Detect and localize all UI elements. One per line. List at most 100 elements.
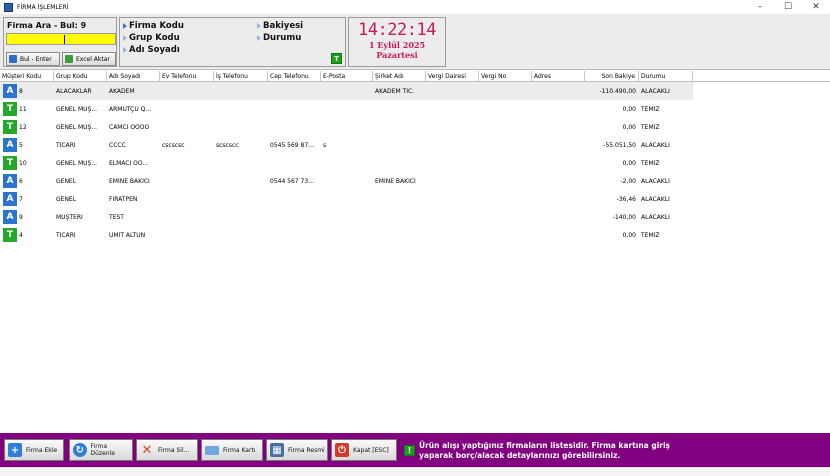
delete-firm-button[interactable]: ✕ Firma Sil... — [136, 439, 198, 461]
table-row[interactable]: A 9 MÜŞTERİ TEST -140,00 ALACAKLI — [0, 208, 693, 226]
button-label: Firma Düzenle — [90, 443, 115, 457]
field-option-adi-soyadi[interactable]: Adı Soyadı — [123, 45, 180, 55]
table-cell-kod: A9 — [0, 210, 54, 224]
close-window-button[interactable]: ⏻ Kapat [ESC] — [331, 439, 397, 461]
table-cell-ev: cscscsc — [160, 142, 214, 149]
table-cell-durum: ALACAKLI — [639, 196, 693, 203]
cell-text: TİCARİ — [56, 141, 76, 149]
cell-text: GENEL — [56, 195, 77, 203]
table-cell-durum: TEMİZ — [639, 106, 693, 113]
app-icon — [4, 2, 13, 12]
firm-image-button[interactable]: ▦ Firma Resmi — [266, 439, 328, 461]
column-header[interactable]: Son Bakiye — [585, 71, 639, 81]
table-cell-kod: A6 — [0, 174, 54, 188]
button-label: Firma Ekle — [26, 446, 58, 454]
cell-text: 5 — [19, 141, 23, 149]
field-option-durumu[interactable]: Durumu — [257, 33, 301, 43]
excel-export-button[interactable]: Excel Aktar — [62, 52, 116, 66]
cell-text: -55.051,50 — [603, 141, 636, 149]
add-firm-button[interactable]: + Firma Ekle — [4, 439, 64, 461]
table-cell-ad: AKADEM — [107, 88, 160, 95]
search-input[interactable] — [6, 33, 116, 45]
field-option-grup-kodu[interactable]: Grup Kodu — [123, 33, 180, 43]
find-button[interactable]: Bul - Enter — [6, 52, 60, 66]
field-option-bakiyesi[interactable]: Bakiyesi — [257, 21, 303, 31]
clock-panel: 14:22:14 1 Eylül 2025 Pazartesi — [348, 17, 446, 67]
delete-icon: ✕ — [141, 442, 153, 458]
close-button[interactable]: ✕ — [802, 0, 830, 14]
table-cell-bakiye: -36,46 — [585, 196, 639, 203]
table-row[interactable]: A 6 GENEL EMİNE BAKICI 0544 567 73... EMİNE B… — [0, 172, 693, 190]
column-header[interactable]: Adı Soyadı — [107, 71, 160, 81]
minimize-button[interactable]: – — [746, 0, 774, 14]
table-cell-kod: A5 — [0, 138, 54, 152]
field-label: Adı Soyadı — [129, 45, 180, 55]
table-cell-durum: TEMİZ — [639, 160, 693, 167]
cell-text: ARMUTÇU Q... — [109, 105, 152, 113]
table-row[interactable]: T 12 GENEL MÜŞ... CAMCI ÖÖÖÖ 0,00 TEMİZ — [0, 118, 693, 136]
maximize-button[interactable]: ☐ — [774, 0, 802, 14]
field-option-firma-kodu[interactable]: Firma Kodu — [123, 21, 184, 31]
edit-firm-button[interactable]: ↻ Firma Düzenle — [69, 439, 133, 461]
column-header[interactable]: Şirket Adı — [373, 71, 426, 81]
cell-text: cscscsc — [162, 141, 185, 149]
table-row[interactable]: T 11 GENEL MÜŞ... ARMUTÇU Q... 0,00 TEMİZ — [0, 100, 693, 118]
table-cell-kod: T 10 — [0, 156, 54, 170]
cell-text: AKADEM TİC. — [375, 87, 415, 95]
table-cell-bakiye: -140,00 — [585, 214, 639, 221]
table-cell-bakiye: 0,00 — [585, 106, 639, 113]
firm-card-button[interactable]: Firma Kartı — [201, 439, 263, 461]
table-cell-durum: ALACAKLI — [639, 178, 693, 185]
status-badge: T — [331, 53, 342, 64]
table-cell-kod: A8 — [0, 84, 54, 98]
text-caret — [64, 35, 65, 44]
column-header[interactable]: Vergi No — [479, 71, 532, 81]
table-cell-grup: TİCARİ — [54, 232, 107, 239]
cell-text: s — [323, 141, 327, 149]
column-header[interactable]: Müşteri Kodu — [0, 71, 54, 81]
column-header[interactable]: Grup Kodu — [54, 71, 107, 81]
cell-text: MÜŞTERİ — [56, 213, 83, 221]
cell-text: 6 — [19, 177, 23, 185]
table-cell-grup: MÜŞTERİ — [54, 214, 107, 221]
cell-text: ALACAKLI — [641, 141, 670, 149]
column-header[interactable]: Cep Telefonu — [268, 71, 321, 81]
edit-icon: ↻ — [73, 443, 87, 457]
cell-text: GENEL — [56, 177, 77, 185]
table-row[interactable]: A 8 ALACAKLAR AKADEM AKADEM TİC. -110.490,00 A… — [0, 82, 693, 100]
table-cell-is: scscscc — [214, 142, 268, 149]
cell-text: 9 — [19, 213, 23, 221]
cell-text: ELMACI OO... — [109, 159, 149, 167]
arrow-right-icon — [257, 23, 261, 29]
status-badge: A — [3, 84, 17, 98]
table-row[interactable]: A 5 TİCARİ CCCC cscscsc scscscc 0545 569 87...… — [0, 136, 693, 154]
column-header[interactable]: Ev Telefonu — [160, 71, 214, 81]
cell-text: CAMCI ÖÖÖÖ — [109, 123, 150, 131]
firm-table: Müşteri Kodu Grup Kodu Adı Soyadı Ev Telefo… — [0, 71, 830, 244]
table-cell-bakiye: 0,00 — [585, 160, 639, 167]
find-button-label: Bul - Enter — [20, 55, 52, 63]
status-badge: T — [3, 228, 17, 242]
table-row[interactable]: T 4 TİCARİ ÜMİT ALTUN 0,00 TEMİZ — [0, 226, 693, 244]
column-header[interactable]: E-Posta — [321, 71, 373, 81]
table-row[interactable]: A 7 GENEL FIRATPEN -36,46 ALACAKLI — [0, 190, 693, 208]
button-label: Firma Sil... — [158, 446, 190, 454]
cell-text: scscscc — [216, 141, 239, 149]
table-cell-bakiye: 0,00 — [585, 232, 639, 239]
title-bar: FİRMA İŞLEMLERİ – ☐ ✕ — [0, 0, 830, 14]
column-header[interactable]: Durumu — [639, 71, 693, 81]
table-cell-bakiye: -55.051,50 — [585, 142, 639, 149]
table-cell-durum: ALACAKLI — [639, 142, 693, 149]
table-cell-cep: 0545 569 87... — [268, 142, 321, 149]
table-cell-grup: GENEL MÜŞ... — [54, 124, 107, 131]
arrow-right-icon — [123, 47, 127, 53]
column-header[interactable]: İş Telefonu — [214, 71, 268, 81]
table-row[interactable]: T 10 GENEL MÜŞ... ELMACI OO... 0,00 TEMİZ — [0, 154, 693, 172]
table-cell-kod: A7 — [0, 192, 54, 206]
search-icon — [9, 55, 17, 63]
column-header[interactable]: Adres — [532, 71, 585, 81]
top-panel: Firma Ara - Bul: 9 Bul - Enter Excel Akt… — [0, 14, 830, 70]
column-header[interactable]: Vergi Dairesi — [426, 71, 479, 81]
cell-text: AKADEM — [109, 87, 135, 95]
cell-text: GENEL MÜŞ... — [56, 105, 98, 113]
